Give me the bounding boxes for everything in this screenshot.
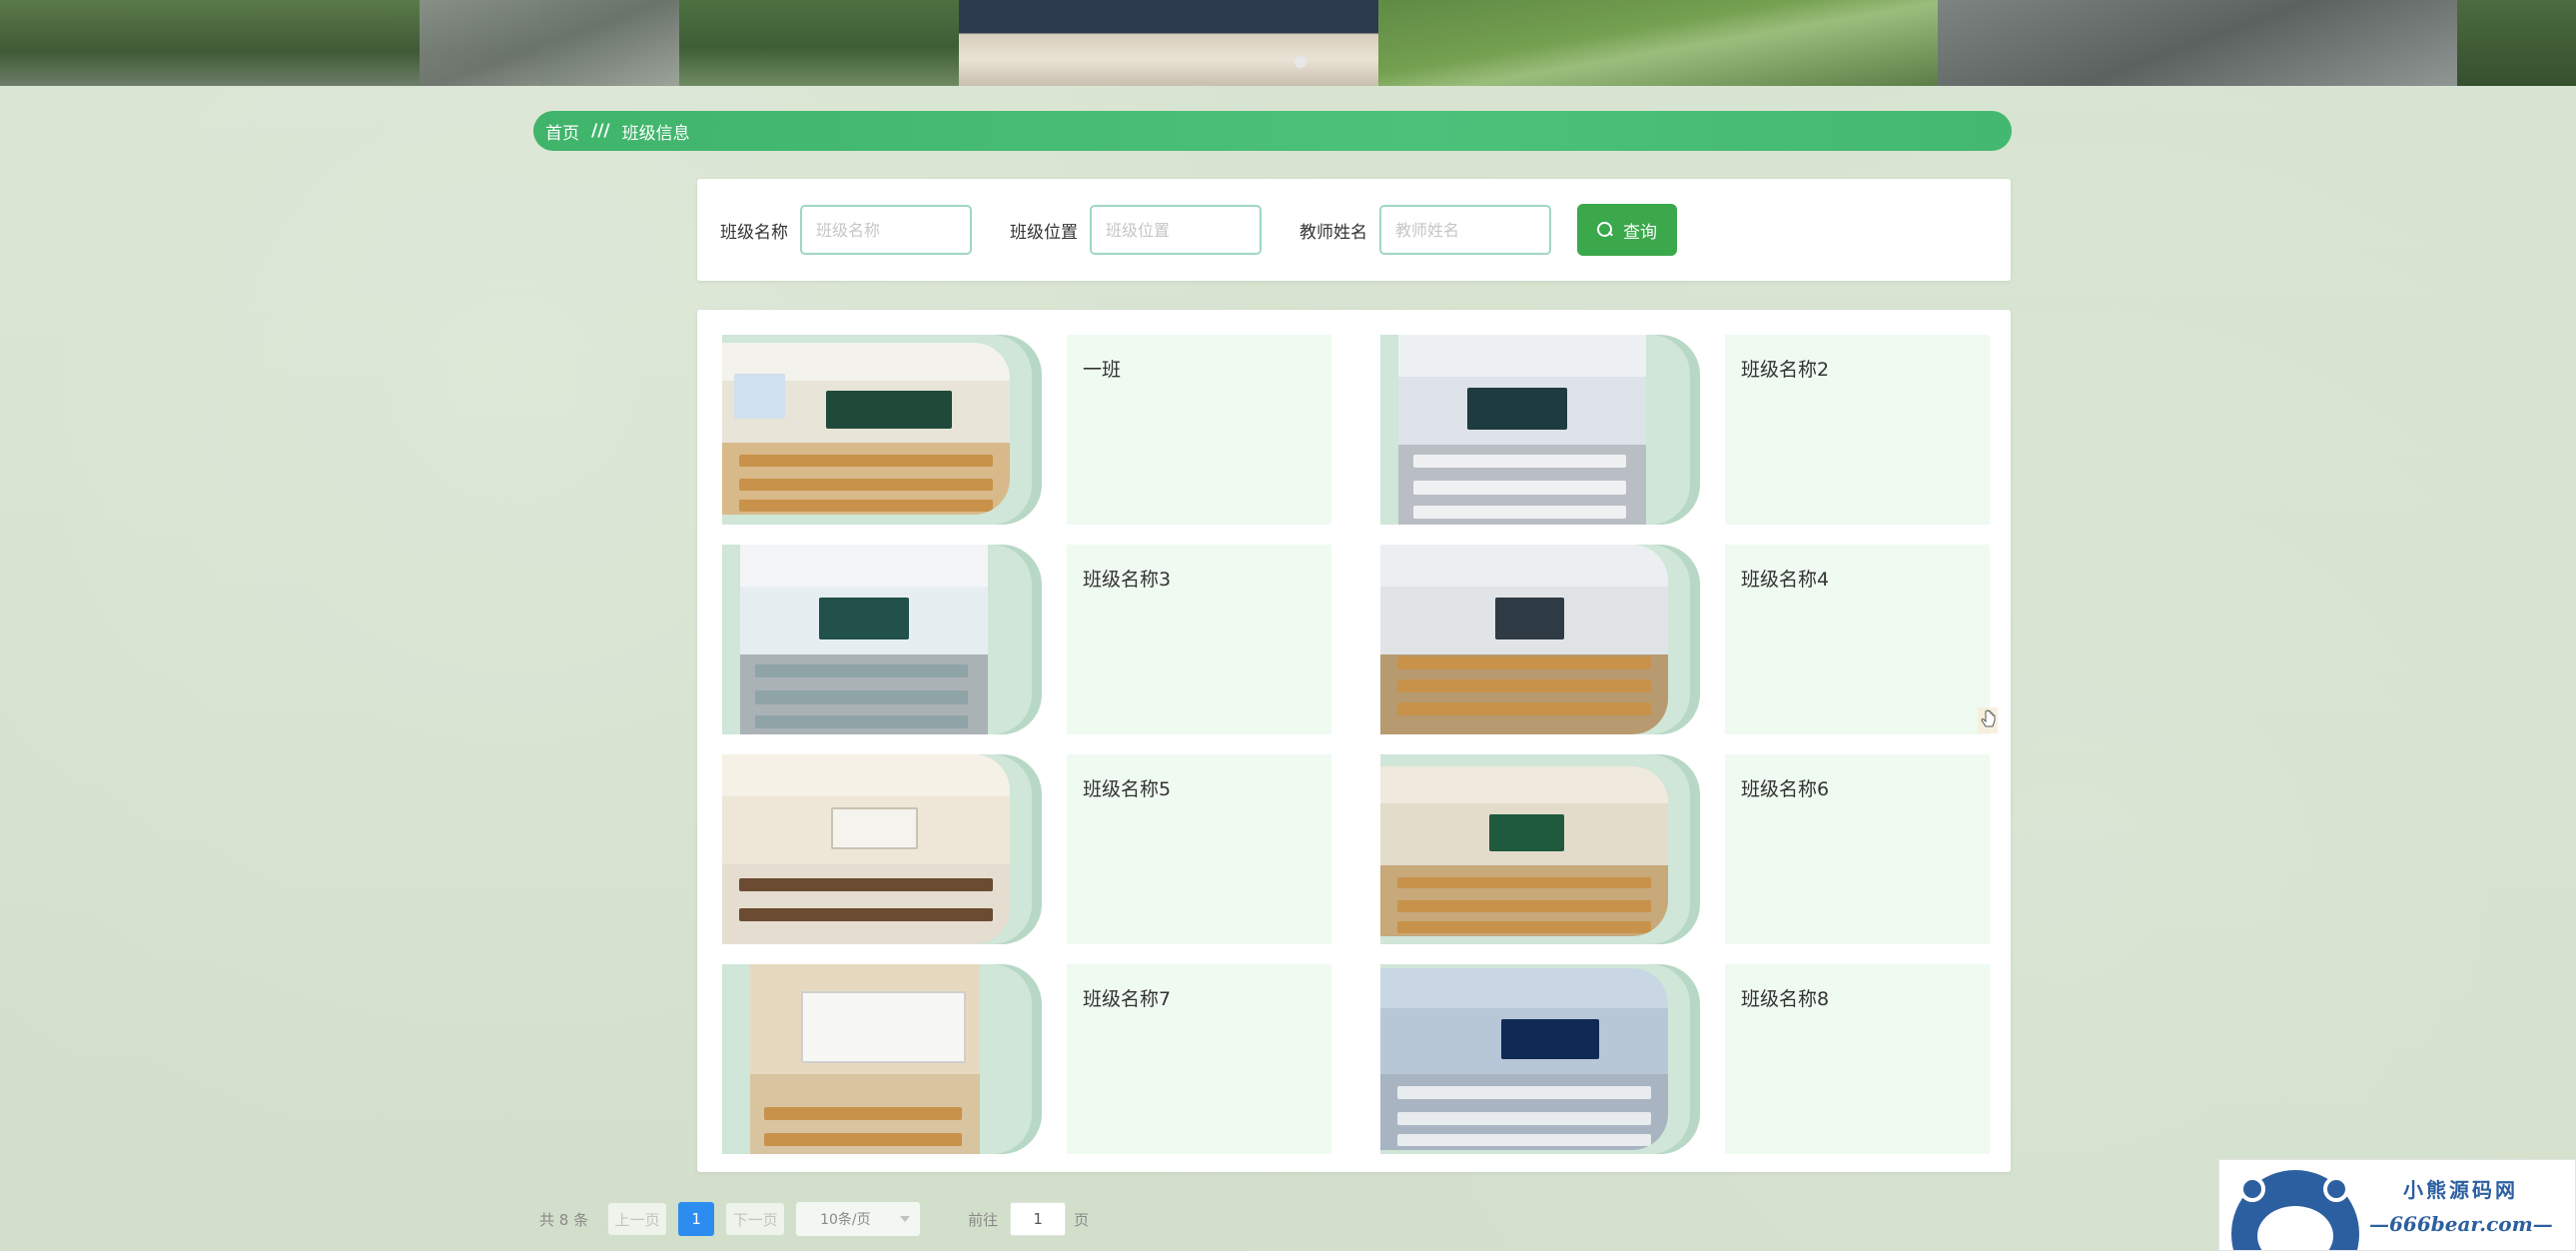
search-panel: 班级名称 班级位置 教师姓名 查询: [697, 179, 2011, 281]
jump-suffix: 页: [1074, 1210, 1090, 1229]
class-name[interactable]: 班级名称3: [1083, 565, 1171, 592]
campus-banner: [0, 0, 2576, 86]
class-location-input[interactable]: [1090, 205, 1262, 255]
query-button-label: 查询: [1623, 222, 1657, 243]
class-info: 一班: [1067, 335, 1331, 525]
class-photo[interactable]: [1380, 545, 1668, 734]
class-name[interactable]: 班级名称6: [1741, 774, 1829, 801]
class-card[interactable]: 班级名称5: [722, 754, 1356, 944]
query-button[interactable]: 查询: [1577, 204, 1677, 256]
chevron-down-icon: [900, 1216, 911, 1222]
class-name-label: 班级名称: [720, 222, 788, 243]
class-info: 班级名称5: [1067, 754, 1331, 944]
page-jump-input[interactable]: [1010, 1202, 1067, 1236]
class-location-field: 班级位置: [1010, 205, 1262, 255]
class-image-frame: [722, 964, 1032, 1154]
class-card[interactable]: 班级名称3: [722, 545, 1356, 734]
class-card[interactable]: 班级名称7: [722, 964, 1356, 1154]
class-name[interactable]: 班级名称2: [1741, 355, 1829, 382]
class-info: 班级名称4: [1725, 545, 1990, 734]
class-image-frame: [1380, 545, 1690, 734]
class-name[interactable]: 一班: [1083, 355, 1121, 382]
class-image-frame: [1380, 964, 1690, 1154]
class-image-frame: [722, 545, 1032, 734]
class-photo[interactable]: [722, 343, 1010, 515]
class-image-frame: [722, 754, 1032, 944]
teacher-name-input[interactable]: [1379, 205, 1551, 255]
class-name-field: 班级名称: [720, 205, 972, 255]
class-card[interactable]: 班级名称2: [1380, 335, 2015, 525]
class-image-frame: [1380, 335, 1690, 525]
class-image-frame: [1380, 754, 1690, 944]
class-photo[interactable]: [1380, 968, 1668, 1150]
class-card[interactable]: 班级名称6: [1380, 754, 2015, 944]
class-card[interactable]: 班级名称8: [1380, 964, 2015, 1154]
hand-cursor-icon: [1978, 707, 1998, 733]
teacher-name-field: 教师姓名: [1299, 205, 1551, 255]
next-page-button[interactable]: 下一页: [726, 1203, 785, 1235]
class-name[interactable]: 班级名称7: [1083, 984, 1171, 1011]
class-location-label: 班级位置: [1010, 222, 1078, 243]
class-info: 班级名称6: [1725, 754, 1990, 944]
watermark-title: 小熊源码网: [2403, 1178, 2518, 1202]
class-card[interactable]: 班级名称4: [1380, 545, 2015, 734]
jump-prefix: 前往: [968, 1210, 999, 1229]
breadcrumb-home-link[interactable]: 首页: [545, 119, 579, 144]
class-photo[interactable]: [722, 754, 1010, 944]
teacher-name-label: 教师姓名: [1299, 222, 1367, 243]
total-count: 共 8 条: [539, 1210, 589, 1229]
class-photo[interactable]: [1398, 335, 1646, 525]
pagination: 共 8 条 上一页 1 下一页 10条/页 前往 页: [539, 1202, 1089, 1236]
breadcrumb-current: 班级信息: [621, 123, 690, 144]
class-photo[interactable]: [740, 545, 988, 734]
page-number-current[interactable]: 1: [678, 1202, 715, 1236]
class-list: 一班 班级名称2 班级名称3 班级名称4 班级名称5 班级名称6 班级名称7 班…: [697, 310, 2011, 1172]
class-card[interactable]: 一班: [722, 335, 1356, 525]
class-info: 班级名称2: [1725, 335, 1990, 525]
class-info: 班级名称8: [1725, 964, 1990, 1154]
bear-logo-icon: [2231, 1170, 2359, 1250]
page-size-select[interactable]: 10条/页: [796, 1202, 921, 1236]
breadcrumb-separator: ///: [591, 121, 610, 141]
watermark-url: —666bear.com—: [2369, 1212, 2553, 1236]
class-name[interactable]: 班级名称8: [1741, 984, 1829, 1011]
class-photo[interactable]: [750, 964, 980, 1154]
carousel-dot[interactable]: [1294, 56, 1306, 68]
search-icon: [1597, 222, 1613, 238]
class-image-frame: [722, 335, 1032, 525]
class-name[interactable]: 班级名称4: [1741, 565, 1829, 592]
page-size-value: 10条/页: [820, 1212, 871, 1228]
class-photo[interactable]: [1380, 766, 1668, 936]
class-info: 班级名称7: [1067, 964, 1331, 1154]
site-watermark: 小熊源码网 —666bear.com—: [2218, 1159, 2576, 1251]
breadcrumb: 首页 /// 班级信息: [533, 111, 2012, 151]
class-name[interactable]: 班级名称5: [1083, 774, 1171, 801]
class-name-input[interactable]: [800, 205, 972, 255]
prev-page-button[interactable]: 上一页: [608, 1203, 667, 1235]
class-info: 班级名称3: [1067, 545, 1331, 734]
